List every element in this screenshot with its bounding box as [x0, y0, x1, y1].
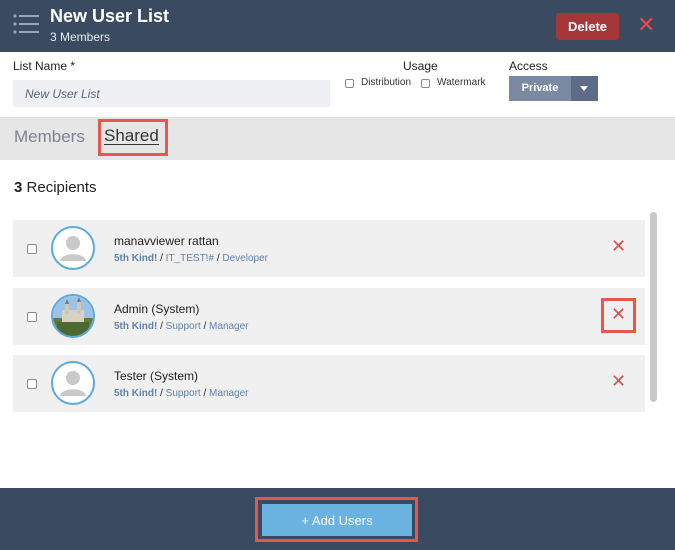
org-name: 5th Kind! — [114, 388, 158, 399]
user-name: manavviewer rattan — [114, 234, 219, 248]
list-name-label: List Name * — [13, 59, 76, 73]
role-link[interactable]: Developer — [222, 253, 268, 264]
distribution-checkbox[interactable] — [345, 79, 354, 88]
header-bar: New User List 3 Members Delete ✕ — [0, 0, 675, 52]
user-org-path: 5th Kind! / Support / Manager — [114, 321, 249, 332]
recipients-heading: 3 Recipients — [14, 179, 97, 196]
remove-user-icon[interactable]: ✕ — [611, 237, 626, 255]
list-settings: List Name * Usage Distribution Watermark… — [0, 52, 675, 117]
chevron-down-icon[interactable] — [571, 76, 598, 101]
list-item: Tester (System) 5th Kind! / Support / Ma… — [13, 355, 645, 412]
access-label: Access — [509, 59, 548, 73]
dept-link[interactable]: Support — [166, 388, 201, 399]
watermark-checkbox[interactable] — [421, 79, 430, 88]
tab-shared[interactable]: Shared — [104, 127, 159, 145]
org-name: 5th Kind! — [114, 253, 158, 264]
row-checkbox[interactable] — [27, 244, 37, 254]
castle-photo — [51, 294, 95, 338]
remove-user-icon[interactable]: ✕ — [611, 305, 626, 323]
role-link[interactable]: Manager — [209, 321, 248, 332]
footer-bar: + Add Users — [0, 488, 675, 550]
user-name: Tester (System) — [114, 369, 199, 383]
scrollbar[interactable] — [650, 212, 657, 402]
row-checkbox[interactable] — [27, 312, 37, 322]
role-link[interactable]: Manager — [209, 388, 248, 399]
org-name: 5th Kind! — [114, 321, 158, 332]
list-icon — [13, 14, 39, 34]
recipients-label: Recipients — [26, 179, 97, 196]
recipients-count: 3 — [14, 179, 23, 196]
member-count: 3 Members — [50, 30, 111, 44]
default-avatar-icon — [51, 226, 95, 270]
access-dropdown[interactable]: Private — [509, 76, 598, 101]
distribution-label: Distribution — [361, 77, 412, 88]
remove-user-icon[interactable]: ✕ — [611, 372, 626, 390]
access-value[interactable]: Private — [509, 76, 571, 101]
user-org-path: 5th Kind! / IT_TEST!# / Developer — [114, 253, 268, 264]
page-title: New User List — [50, 6, 170, 26]
list-name-input[interactable] — [13, 80, 330, 107]
list-item: Admin (System) 5th Kind! / Support / Man… — [13, 288, 645, 345]
user-name: Admin (System) — [114, 302, 200, 316]
list-item: manavviewer rattan 5th Kind! / IT_TEST!#… — [13, 220, 645, 277]
dept-link[interactable]: IT_TEST!# — [166, 253, 214, 264]
user-org-path: 5th Kind! / Support / Manager — [114, 388, 249, 399]
dept-link[interactable]: Support — [166, 321, 201, 332]
watermark-label: Watermark — [437, 77, 486, 88]
row-checkbox[interactable] — [27, 379, 37, 389]
close-icon[interactable]: ✕ — [637, 14, 655, 36]
tab-members[interactable]: Members — [14, 127, 85, 147]
add-users-button[interactable]: + Add Users — [262, 504, 412, 536]
delete-button[interactable]: Delete — [556, 13, 619, 40]
tabs-bar: Members Shared — [0, 117, 675, 160]
usage-label: Usage — [403, 59, 438, 73]
default-avatar-icon — [51, 361, 95, 405]
